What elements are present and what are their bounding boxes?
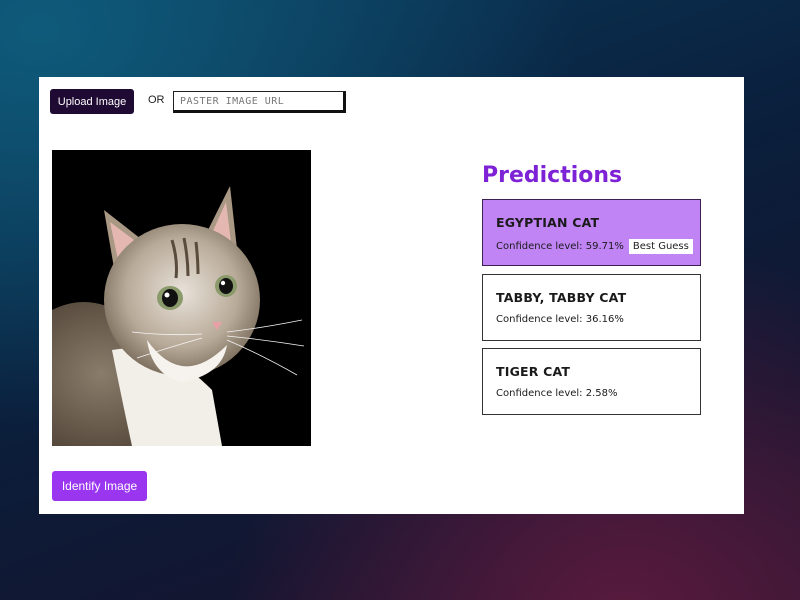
best-guess-badge: Best Guess — [628, 239, 693, 254]
or-label: OR — [148, 94, 165, 106]
predictions-title: Predictions — [482, 163, 623, 188]
main-card: Upload Image OR PASTER IMAGE URL Identif… — [39, 77, 744, 514]
cat-photo — [52, 150, 311, 446]
upload-image-button[interactable]: Upload Image — [50, 89, 134, 114]
prediction-confidence: Confidence level: 36.16% — [496, 314, 624, 325]
prediction-confidence: Confidence level: 59.71% Best Guess — [496, 239, 693, 254]
prediction-name: EGYPTIAN CAT — [496, 215, 600, 230]
prediction-card: TABBY, TABBY CAT Confidence level: 36.16… — [482, 274, 701, 341]
prediction-name: TABBY, TABBY CAT — [496, 290, 627, 305]
prediction-card: TIGER CAT Confidence level: 2.58% — [482, 348, 701, 415]
image-url-input[interactable] — [173, 91, 346, 113]
confidence-text: Confidence level: 36.16% — [496, 314, 624, 325]
confidence-text: Confidence level: 2.58% — [496, 388, 618, 399]
identify-image-button[interactable]: Identify Image — [52, 471, 147, 501]
prediction-confidence: Confidence level: 2.58% — [496, 388, 618, 399]
confidence-text: Confidence level: 59.71% — [496, 241, 624, 252]
prediction-card-best: EGYPTIAN CAT Confidence level: 59.71% Be… — [482, 199, 701, 266]
prediction-name: TIGER CAT — [496, 364, 571, 379]
